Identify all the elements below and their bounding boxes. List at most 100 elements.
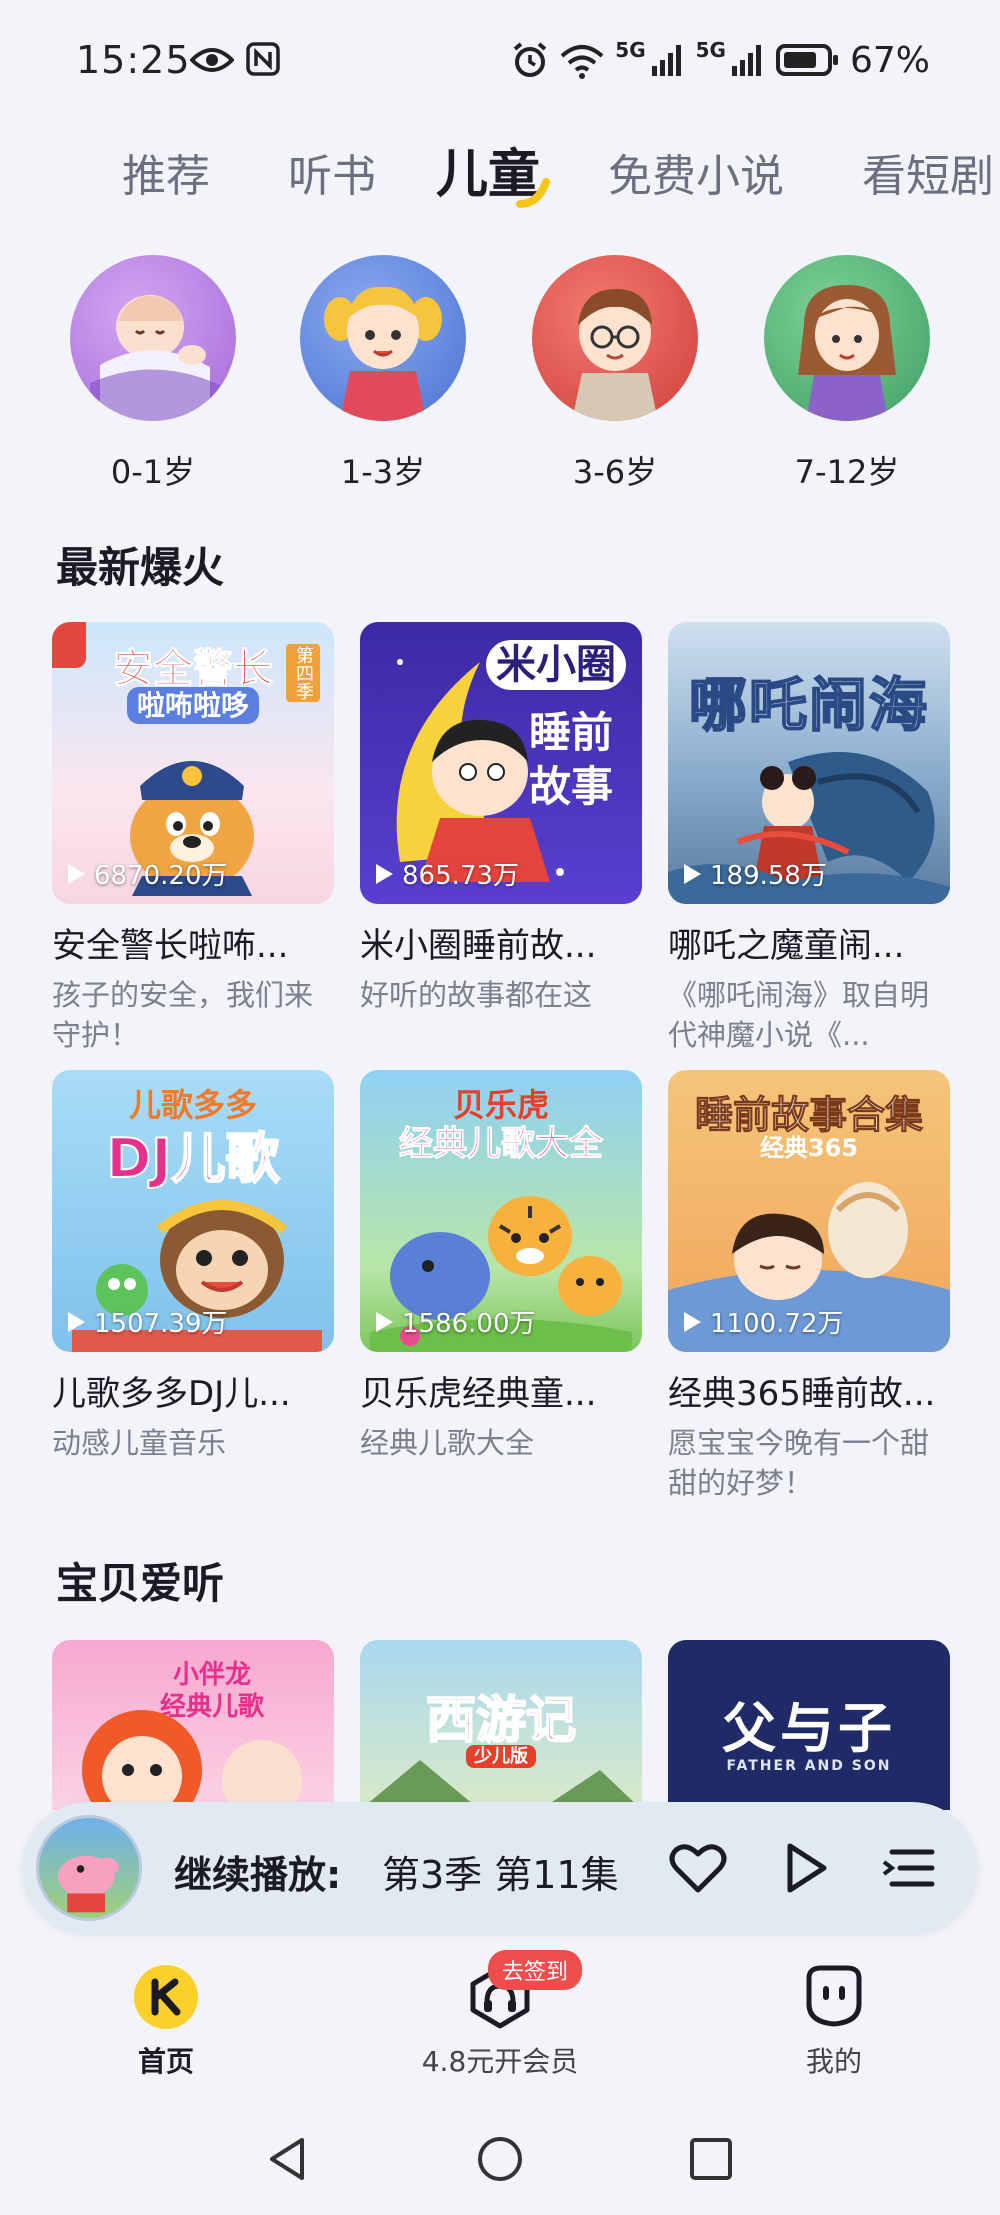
status-time: 15:25	[76, 38, 191, 82]
album-cover: 小伴龙 经典儿歌	[52, 1640, 334, 1810]
album-card[interactable]: 安全警长 啦咘啦哆 第四季 6870.20万 安全警长啦咘... 孩子的安全，我…	[52, 622, 334, 1055]
age-label: 1-3岁	[340, 453, 426, 491]
mini-player[interactable]: 继续播放: 第3季 第11集	[22, 1802, 978, 1934]
cover-subtitle: 经典365	[759, 1134, 859, 1162]
signal-icon-2	[731, 45, 761, 76]
album-card[interactable]: 贝乐虎 经典儿歌大全 1586.00万 贝乐虎经典童... 经典儿歌大全	[360, 1070, 642, 1463]
battery-percent: 67%	[849, 39, 930, 81]
play-count: 1100.72万	[682, 1303, 844, 1340]
girl-avatar-icon	[764, 255, 930, 421]
age-group-0-1[interactable]: 0-1岁	[68, 255, 238, 493]
age-group-7-12[interactable]: 7-12岁	[762, 255, 932, 493]
album-cover: 安全警长 啦咘啦哆 第四季 6870.20万	[52, 622, 334, 904]
nav-home[interactable]: 首页	[66, 1964, 266, 2080]
album-card[interactable]: 儿歌多多 DJ儿歌 1507.39万 儿歌多多DJ儿... 动感儿童音乐	[52, 1070, 334, 1463]
play-count: 1586.00万	[374, 1303, 536, 1340]
play-icon	[684, 1311, 701, 1332]
play-count: 1507.39万	[66, 1303, 228, 1340]
album-title: 米小圈睡前故...	[360, 926, 597, 966]
toddler-avatar-icon	[300, 255, 466, 421]
cover-title: 米小圈	[486, 640, 626, 690]
album-cover: 哪吒闹海 189.58万	[668, 622, 950, 904]
play-count: 865.73万	[374, 855, 519, 892]
checkin-badge[interactable]: 去签到	[488, 1950, 583, 1990]
system-nav-bar	[0, 2104, 1000, 2215]
home-logo-icon	[134, 1965, 198, 2029]
play-count: 189.58万	[682, 855, 827, 892]
album-card[interactable]: 父与子 FATHER AND SON	[668, 1640, 950, 1810]
continue-play-label: 继续播放:	[174, 1853, 342, 1897]
album-card[interactable]: 哪吒闹海 189.58万 哪吒之魔童闹... 《哪吒闹海》取自明代神魔小说《..…	[668, 622, 950, 1055]
album-cover: 西游记 少儿版	[360, 1640, 642, 1810]
album-card[interactable]: 小伴龙 经典儿歌	[52, 1640, 334, 1810]
album-description: 动感儿童音乐	[52, 1426, 227, 1460]
play-icon	[376, 863, 393, 884]
dragon-illustration	[82, 1710, 302, 1810]
cover-subtitle: 经典儿歌大全	[399, 1124, 604, 1165]
age-label: 7-12岁	[794, 453, 900, 491]
age-label: 3-6岁	[572, 453, 658, 491]
cover-title: 父与子	[722, 1697, 896, 1760]
heart-icon[interactable]	[668, 1838, 728, 1898]
album-card[interactable]: 西游记 少儿版	[360, 1640, 642, 1810]
status-indicators: 5G 5G 67%	[511, 38, 930, 82]
battery-icon	[775, 44, 838, 76]
playlist-icon[interactable]	[878, 1838, 938, 1898]
now-playing-thumbnail[interactable]	[36, 1815, 142, 1921]
episode-title: 第3季 第11集	[382, 1853, 619, 1897]
tab-short-drama[interactable]: 看短剧	[862, 140, 994, 204]
child-avatar-icon	[532, 255, 698, 421]
network-type-2: 5G	[695, 38, 726, 62]
album-title: 贝乐虎经典童...	[360, 1374, 597, 1414]
album-description: 愿宝宝今晚有一个甜甜的好梦！	[668, 1426, 930, 1500]
nav-label: 我的	[805, 2045, 862, 2078]
tab-audiobook[interactable]: 听书	[288, 140, 376, 204]
section-title-hot: 最新爆火	[56, 543, 225, 592]
album-title: 哪吒之魔童闹...	[668, 926, 905, 966]
back-icon[interactable]	[262, 2134, 312, 2184]
tab-free-novels[interactable]: 免费小说	[608, 140, 784, 204]
baby-avatar-icon	[70, 255, 236, 421]
album-description: 好听的故事都在这	[360, 978, 593, 1012]
wifi-icon	[560, 45, 604, 79]
album-cover: 米小圈 睡前故事 865.73万	[360, 622, 642, 904]
album-description: 经典儿歌大全	[360, 1426, 535, 1460]
tab-recommend[interactable]: 推荐	[122, 140, 210, 204]
age-label: 0-1岁	[110, 453, 196, 491]
album-card[interactable]: 米小圈 睡前故事 865.73万 米小圈睡前故... 好听的故事都在这	[360, 622, 642, 1015]
network-type-1: 5G	[615, 38, 646, 62]
peppa-icon	[57, 1855, 119, 1913]
age-group-3-6[interactable]: 3-6岁	[530, 255, 700, 493]
album-card[interactable]: 睡前故事合集 经典365 1100.72万 经典365睡前故... 愿宝宝今晚有…	[668, 1070, 950, 1503]
album-cover: 睡前故事合集 经典365 1100.72万	[668, 1070, 950, 1352]
nav-label: 4.8元开会员	[421, 2045, 579, 2078]
age-group-1-3[interactable]: 1-3岁	[298, 255, 468, 493]
cover-subtitle: FATHER AND SON	[726, 1758, 892, 1774]
home-icon[interactable]	[475, 2134, 525, 2184]
profile-face-icon	[806, 1965, 862, 2027]
season-badge: 第四季	[286, 644, 320, 702]
age-groups: 0-1岁 1-3岁 3-6岁 7-12岁	[0, 255, 1000, 495]
recent-apps-icon[interactable]	[686, 2134, 736, 2184]
cover-subtitle: 啦咘啦哆	[126, 687, 259, 724]
active-tab-indicator	[516, 178, 550, 208]
play-icon[interactable]	[774, 1838, 834, 1898]
nav-profile[interactable]: 我的	[734, 1964, 934, 2080]
nav-label: 首页	[137, 2045, 194, 2078]
nfc-icon	[246, 42, 280, 76]
play-icon	[68, 863, 85, 884]
section-title-baby-favorites: 宝贝爱听	[56, 1559, 225, 1608]
alarm-icon	[514, 42, 547, 77]
play-count: 6870.20万	[66, 855, 228, 892]
signal-icon-1	[651, 45, 681, 76]
cover-subtitle: 睡前故事	[528, 708, 613, 811]
album-cover: 父与子 FATHER AND SON	[668, 1640, 950, 1810]
status-bar: 15:25 5G 5G 67%	[0, 0, 1000, 120]
mountain-illustration	[360, 1760, 642, 1810]
album-title: 儿歌多多DJ儿...	[52, 1374, 291, 1414]
category-tabs: 推荐 听书 儿童 免费小说 看短剧	[0, 130, 1000, 210]
eye-icon	[190, 48, 234, 72]
album-title: 经典365睡前故...	[668, 1374, 936, 1414]
album-cover: 儿歌多多 DJ儿歌 1507.39万	[52, 1070, 334, 1352]
album-title: 安全警长啦咘...	[52, 926, 289, 966]
